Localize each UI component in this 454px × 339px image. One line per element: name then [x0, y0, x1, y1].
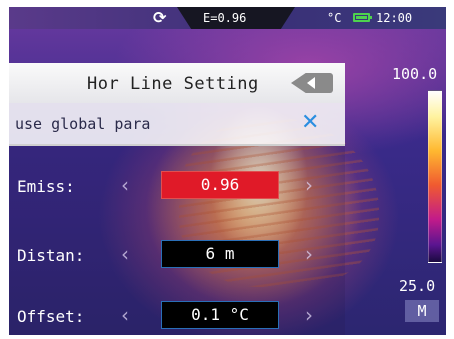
status-bar: ⟳ E=0.96 °C 12:00: [9, 7, 446, 29]
distan-value[interactable]: 6 m: [161, 240, 279, 268]
offset-decrease-arrow-icon[interactable]: ‹: [121, 303, 129, 327]
close-icon[interactable]: ✕: [301, 110, 319, 135]
battery-icon: [353, 13, 372, 22]
color-palette-bar: [428, 90, 442, 263]
offset-increase-arrow-icon[interactable]: ›: [305, 303, 313, 327]
emissivity-status: E=0.96: [203, 11, 247, 25]
distan-decrease-arrow-icon[interactable]: ‹: [121, 242, 129, 266]
emiss-value[interactable]: 0.96: [161, 171, 279, 199]
use-global-para-label: use global para: [15, 115, 151, 133]
emiss-decrease-arrow-icon[interactable]: ‹: [121, 173, 129, 197]
offset-row[interactable]: Offset: ‹ 0.1 °C ›: [9, 297, 345, 335]
emiss-increase-arrow-icon[interactable]: ›: [305, 173, 313, 197]
scale-min-value: 25.0: [399, 277, 436, 295]
distan-increase-arrow-icon[interactable]: ›: [305, 242, 313, 266]
menu-header: Hor Line Setting: [9, 63, 345, 103]
distan-label: Distan:: [17, 246, 85, 265]
manual-mode-badge[interactable]: M: [405, 300, 439, 322]
menu-title: Hor Line Setting: [87, 74, 259, 94]
temperature-unit: °C: [327, 11, 342, 25]
scale-max-value: 100.0: [392, 65, 438, 83]
offset-value[interactable]: 0.1 °C: [161, 301, 279, 329]
clock: 12:00: [376, 11, 413, 25]
refresh-icon[interactable]: ⟳: [153, 8, 166, 27]
use-global-para-row[interactable]: use global para ✕: [9, 103, 345, 146]
emiss-label: Emiss:: [17, 177, 75, 196]
thermal-screen: ⟳ E=0.96 °C 12:00 Hor Line Setting use g…: [9, 7, 446, 335]
distan-row[interactable]: Distan: ‹ 6 m ›: [9, 236, 345, 276]
offset-label: Offset:: [17, 307, 85, 326]
hor-line-setting-menu: Hor Line Setting use global para ✕ Emiss…: [9, 63, 345, 335]
back-button[interactable]: [291, 73, 333, 93]
emiss-row[interactable]: Emiss: ‹ 0.96 ›: [9, 167, 345, 207]
